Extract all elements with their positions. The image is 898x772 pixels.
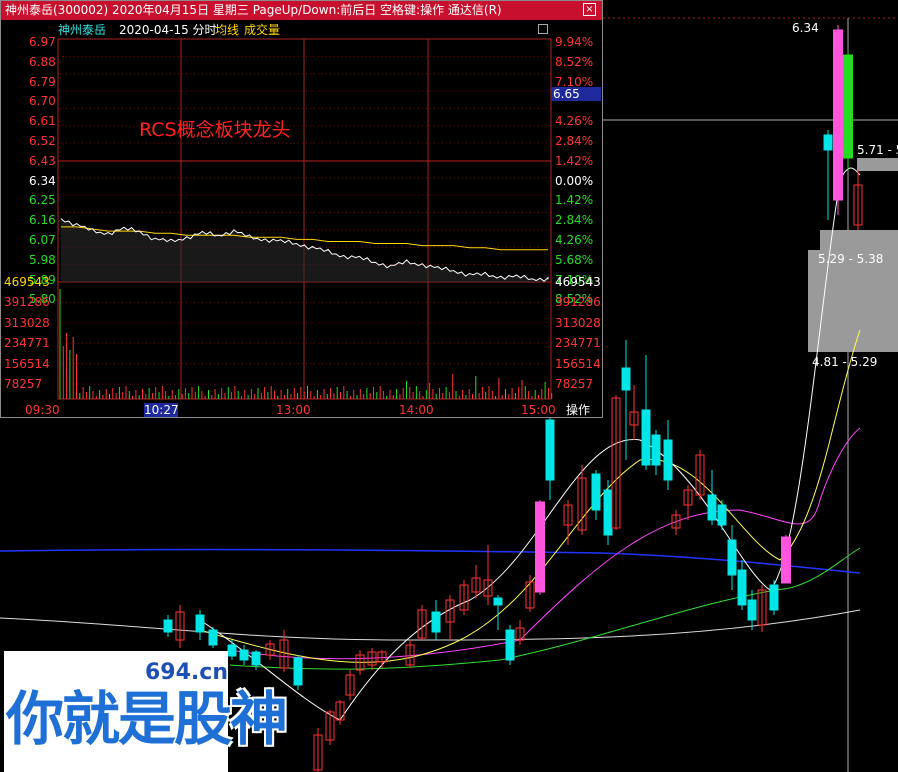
candle-body	[208, 629, 218, 646]
candle-body	[505, 629, 515, 661]
close-icon[interactable]: ×	[583, 3, 596, 16]
candle-body	[239, 649, 249, 661]
volume-tick: 156514	[4, 356, 50, 371]
price-tick: 6.52	[29, 134, 56, 148]
candle-body	[251, 651, 261, 666]
pct-tick: 1.42%	[555, 153, 594, 168]
volume-label[interactable]: 成交量	[244, 23, 280, 37]
candle-body	[843, 54, 853, 159]
popup-titlebar[interactable]: 神州泰岳(300002) 2020年04月15日 星期三 PageUp/Down…	[1, 1, 602, 20]
pct-tick: 0.00%	[555, 173, 594, 188]
pct-tick: 8.52%	[555, 54, 594, 69]
ma-gray	[0, 609, 861, 641]
volume-tick: 391286	[4, 295, 50, 310]
candle-body	[727, 539, 737, 576]
price-tick: 6.97	[29, 35, 56, 49]
volume-tick: 156514	[555, 356, 601, 371]
volume-tick: 234771	[4, 336, 50, 351]
candle-body	[717, 504, 727, 526]
candle-body	[227, 644, 237, 657]
price-tick: 6.61	[29, 114, 56, 129]
operation-button[interactable]: 操作	[556, 403, 600, 417]
kline-range-mid: 5.29 - 5.38	[818, 252, 884, 266]
time-cursor: 10:27	[144, 403, 179, 417]
restore-icon[interactable]	[538, 24, 548, 34]
candle-body	[823, 134, 833, 151]
intraday-popup[interactable]: 神州泰岳(300002) 2020年04月15日 星期三 PageUp/Down…	[0, 0, 603, 418]
candle-body	[737, 569, 747, 606]
pct-tick: 1.42%	[555, 193, 594, 208]
stock-name: 神州泰岳	[58, 23, 107, 37]
price-tick: 6.25	[29, 193, 56, 208]
candle-body	[195, 614, 205, 633]
volume-tick: 234771	[555, 336, 601, 351]
candle-body	[621, 367, 631, 391]
kline-range-low: 4.81 - 5.29	[812, 355, 878, 369]
kline-top-price: 6.34	[792, 21, 819, 35]
pct-tick: 2.84%	[555, 134, 594, 148]
intraday-chart[interactable]	[1, 1, 602, 417]
candle-body	[535, 501, 545, 593]
volume-tick: 313028	[4, 315, 50, 330]
price-tick: 6.07	[29, 233, 56, 247]
time-tick: 09:30	[25, 403, 60, 417]
date-label: 2020-04-15 分时	[119, 23, 217, 37]
watermark-site: 694.cn	[145, 660, 228, 685]
candle-body	[781, 536, 791, 584]
pct-tick: 9.94%	[555, 35, 594, 49]
volume-tick: 469543	[4, 275, 50, 289]
price-tick: 6.43	[29, 153, 56, 168]
pct-tick: 5.68%	[555, 252, 594, 267]
candle-body	[769, 584, 779, 611]
price-tick: 5.98	[29, 252, 56, 267]
candle-body	[663, 439, 673, 481]
pct-tick: 4.26%	[555, 114, 594, 129]
pct-tick: 4.26%	[555, 233, 594, 247]
info-box	[857, 158, 898, 171]
annotation-text: RCS概念板块龙头	[139, 119, 291, 141]
candle-body	[293, 657, 303, 686]
time-tick: 14:00	[399, 403, 434, 417]
price-tick: 6.34	[29, 173, 56, 188]
candle-body	[545, 419, 555, 481]
candle-body	[591, 473, 601, 511]
current-price-tag: 6.65	[551, 87, 601, 101]
time-tick: 15:00	[521, 403, 556, 417]
volume-tick: 391286	[555, 295, 601, 310]
pct-tick: 2.84%	[555, 213, 594, 228]
price-tick: 6.16	[29, 213, 56, 228]
price-tick: 6.79	[29, 74, 56, 89]
candle-body	[603, 489, 613, 536]
candle-body	[747, 599, 757, 621]
price-tick: 6.88	[29, 54, 56, 69]
candle-body	[651, 434, 661, 466]
volume-tick: 78257	[4, 377, 43, 391]
candle-body	[431, 611, 441, 633]
candle-body	[833, 29, 843, 201]
candle-body	[163, 619, 173, 633]
volume-tick: 313028	[555, 315, 601, 330]
volume-tick: 469543	[555, 275, 601, 289]
popup-title: 神州泰岳(300002) 2020年04月15日 星期三 PageUp/Down…	[5, 3, 502, 17]
time-tick: 13:00	[276, 403, 311, 417]
candle-body	[641, 409, 651, 466]
candle-body	[707, 494, 717, 521]
candle-body	[493, 597, 503, 606]
kline-range-upper: 5.71 - 5	[857, 143, 898, 157]
price-tick: 6.70	[29, 94, 56, 109]
watermark-text: 你就是股神	[6, 685, 288, 753]
volume-tick: 78257	[555, 377, 594, 391]
avg-line-label[interactable]: 均线	[215, 23, 239, 37]
